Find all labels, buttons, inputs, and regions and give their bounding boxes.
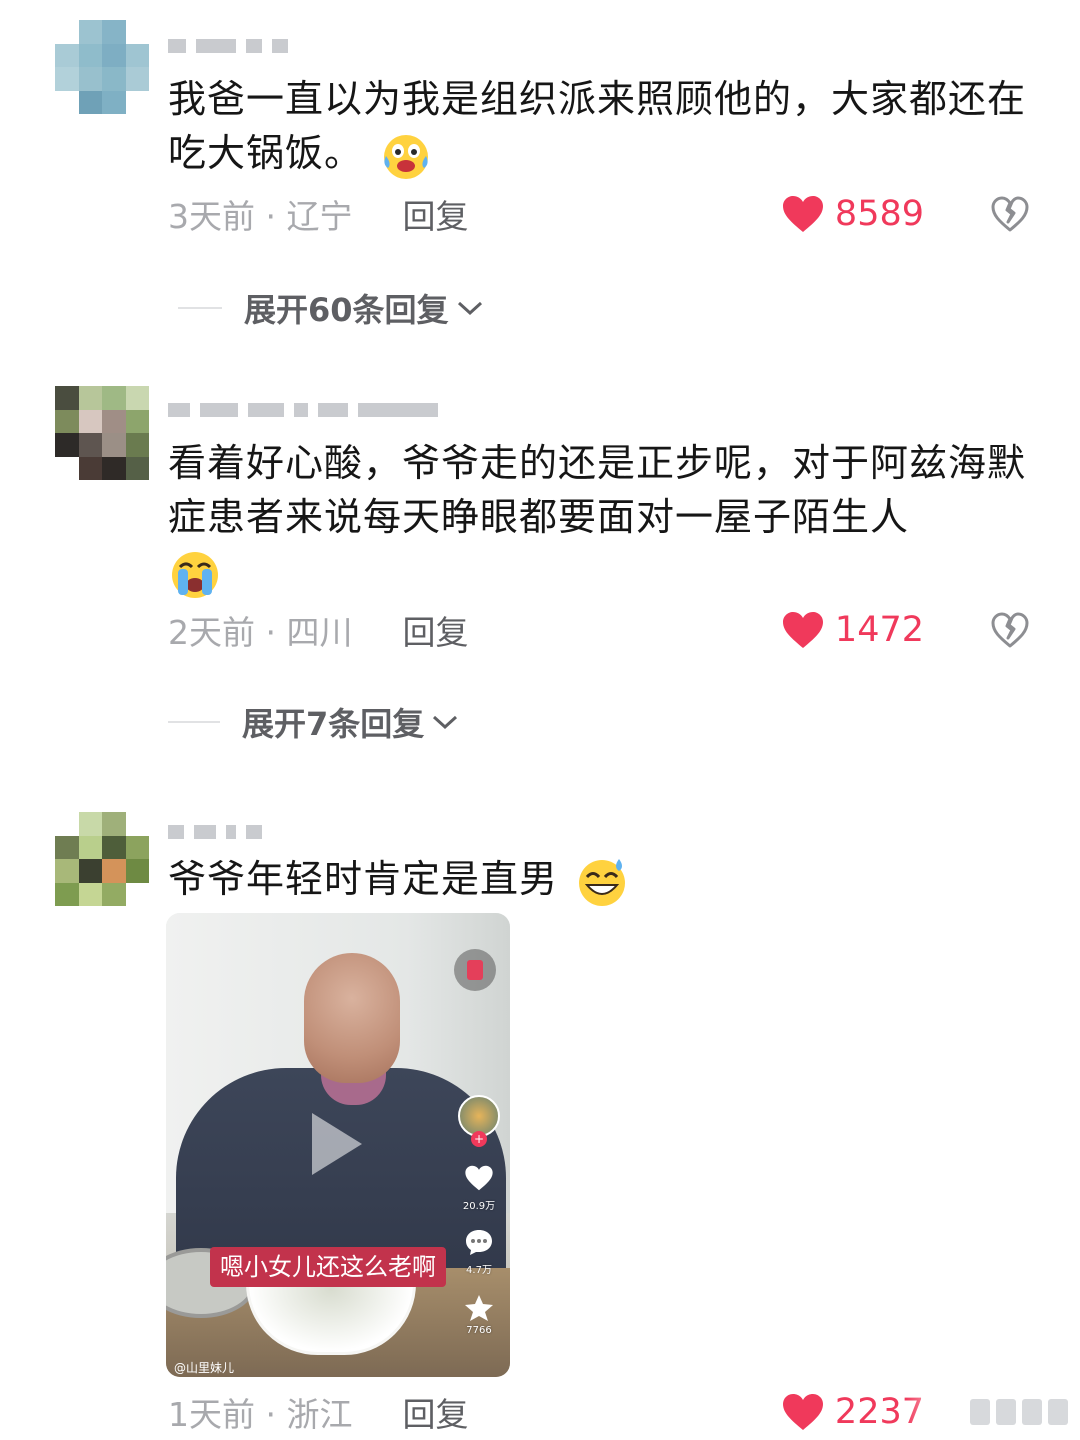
dislike-button[interactable]	[988, 192, 1032, 236]
heart-icon	[782, 612, 823, 648]
comment-text-content: 看着好心酸，爷爷走的还是正步呢，对于阿兹海默症患者来说每天睁眼都要面对一屋子陌生…	[168, 441, 1027, 539]
video-caption: 嗯小女儿还这么老啊	[210, 1247, 446, 1287]
expand-replies-label: 展开7条回复	[242, 705, 425, 743]
video-thumbnail[interactable]: + 20.9万 4.7万 7766 嗯小女儿还这么老啊 @山里妹儿	[166, 913, 510, 1377]
chevron-down-icon	[457, 301, 482, 316]
like-count: 8589	[834, 194, 924, 234]
video-favorite-icon[interactable]	[462, 1293, 496, 1323]
expand-replies-label: 展开60条回复	[244, 291, 449, 329]
video-like-icon[interactable]	[462, 1163, 496, 1193]
comment-text: 看着好心酸，爷爷走的还是正步呢，对于阿兹海默症患者来说每天睁眼都要面对一屋子陌生…	[168, 436, 1038, 601]
dislike-button[interactable]	[988, 608, 1032, 652]
comment-text-content: 我爸一直以为我是组织派来照顾他的，大家都还在吃大锅饭。	[168, 77, 1027, 175]
tears-of-joy-emoji	[384, 134, 429, 179]
comment-text: 我爸一直以为我是组织派来照顾他的，大家都还在吃大锅饭。	[168, 72, 1038, 182]
like-count: 1472	[834, 610, 924, 650]
heart-icon	[782, 1394, 823, 1430]
like-button[interactable]: 8589	[781, 192, 924, 236]
avatar[interactable]	[55, 386, 149, 480]
follow-plus-icon[interactable]: +	[471, 1131, 487, 1147]
comment-meta: 1天前 · 浙江 回复	[168, 1390, 468, 1434]
broken-heart-icon	[991, 612, 1029, 648]
username[interactable]	[168, 822, 262, 842]
video-favorite-count: 7766	[466, 1325, 492, 1336]
red-packet-icon[interactable]	[454, 949, 496, 991]
video-comment-count: 4.7万	[466, 1265, 492, 1276]
video-person-head	[304, 953, 400, 1083]
video-author-handle: @山里妹儿	[174, 1361, 235, 1375]
username[interactable]	[168, 400, 438, 420]
reply-button[interactable]: 回复	[402, 1388, 468, 1436]
grinning-sweat-emoji	[579, 858, 626, 906]
heart-icon	[782, 196, 823, 232]
watermark	[906, 1384, 1080, 1440]
timestamp-location: 3天前 · 辽宁	[168, 197, 353, 236]
comment-text-content: 爷爷年轻时肯定是直男	[168, 857, 559, 901]
chevron-down-icon	[433, 715, 458, 730]
expand-replies-button[interactable]: 展开7条回复	[168, 700, 460, 744]
comment-meta: 3天前 · 辽宁 回复	[168, 192, 468, 236]
timestamp-location: 1天前 · 浙江	[168, 1395, 353, 1434]
broken-heart-icon	[991, 196, 1029, 232]
expand-replies-button[interactable]: 展开60条回复	[178, 286, 485, 330]
divider	[168, 721, 220, 723]
avatar[interactable]	[55, 20, 149, 114]
comment-meta: 2天前 · 四川 回复	[168, 608, 468, 652]
divider	[178, 307, 222, 309]
comment-text: 爷爷年轻时肯定是直男	[168, 852, 1038, 909]
reply-button[interactable]: 回复	[402, 190, 468, 238]
video-comment-icon[interactable]	[462, 1227, 496, 1257]
like-button[interactable]: 1472	[781, 608, 924, 652]
video-like-count: 20.9万	[462, 1201, 496, 1212]
play-icon[interactable]	[306, 1109, 366, 1179]
timestamp-location: 2天前 · 四川	[168, 613, 353, 652]
reply-button[interactable]: 回复	[402, 606, 468, 654]
loudly-crying-emoji	[172, 551, 218, 598]
avatar[interactable]	[55, 812, 149, 906]
username[interactable]	[168, 36, 288, 56]
like-button[interactable]: 2237	[781, 1390, 924, 1434]
